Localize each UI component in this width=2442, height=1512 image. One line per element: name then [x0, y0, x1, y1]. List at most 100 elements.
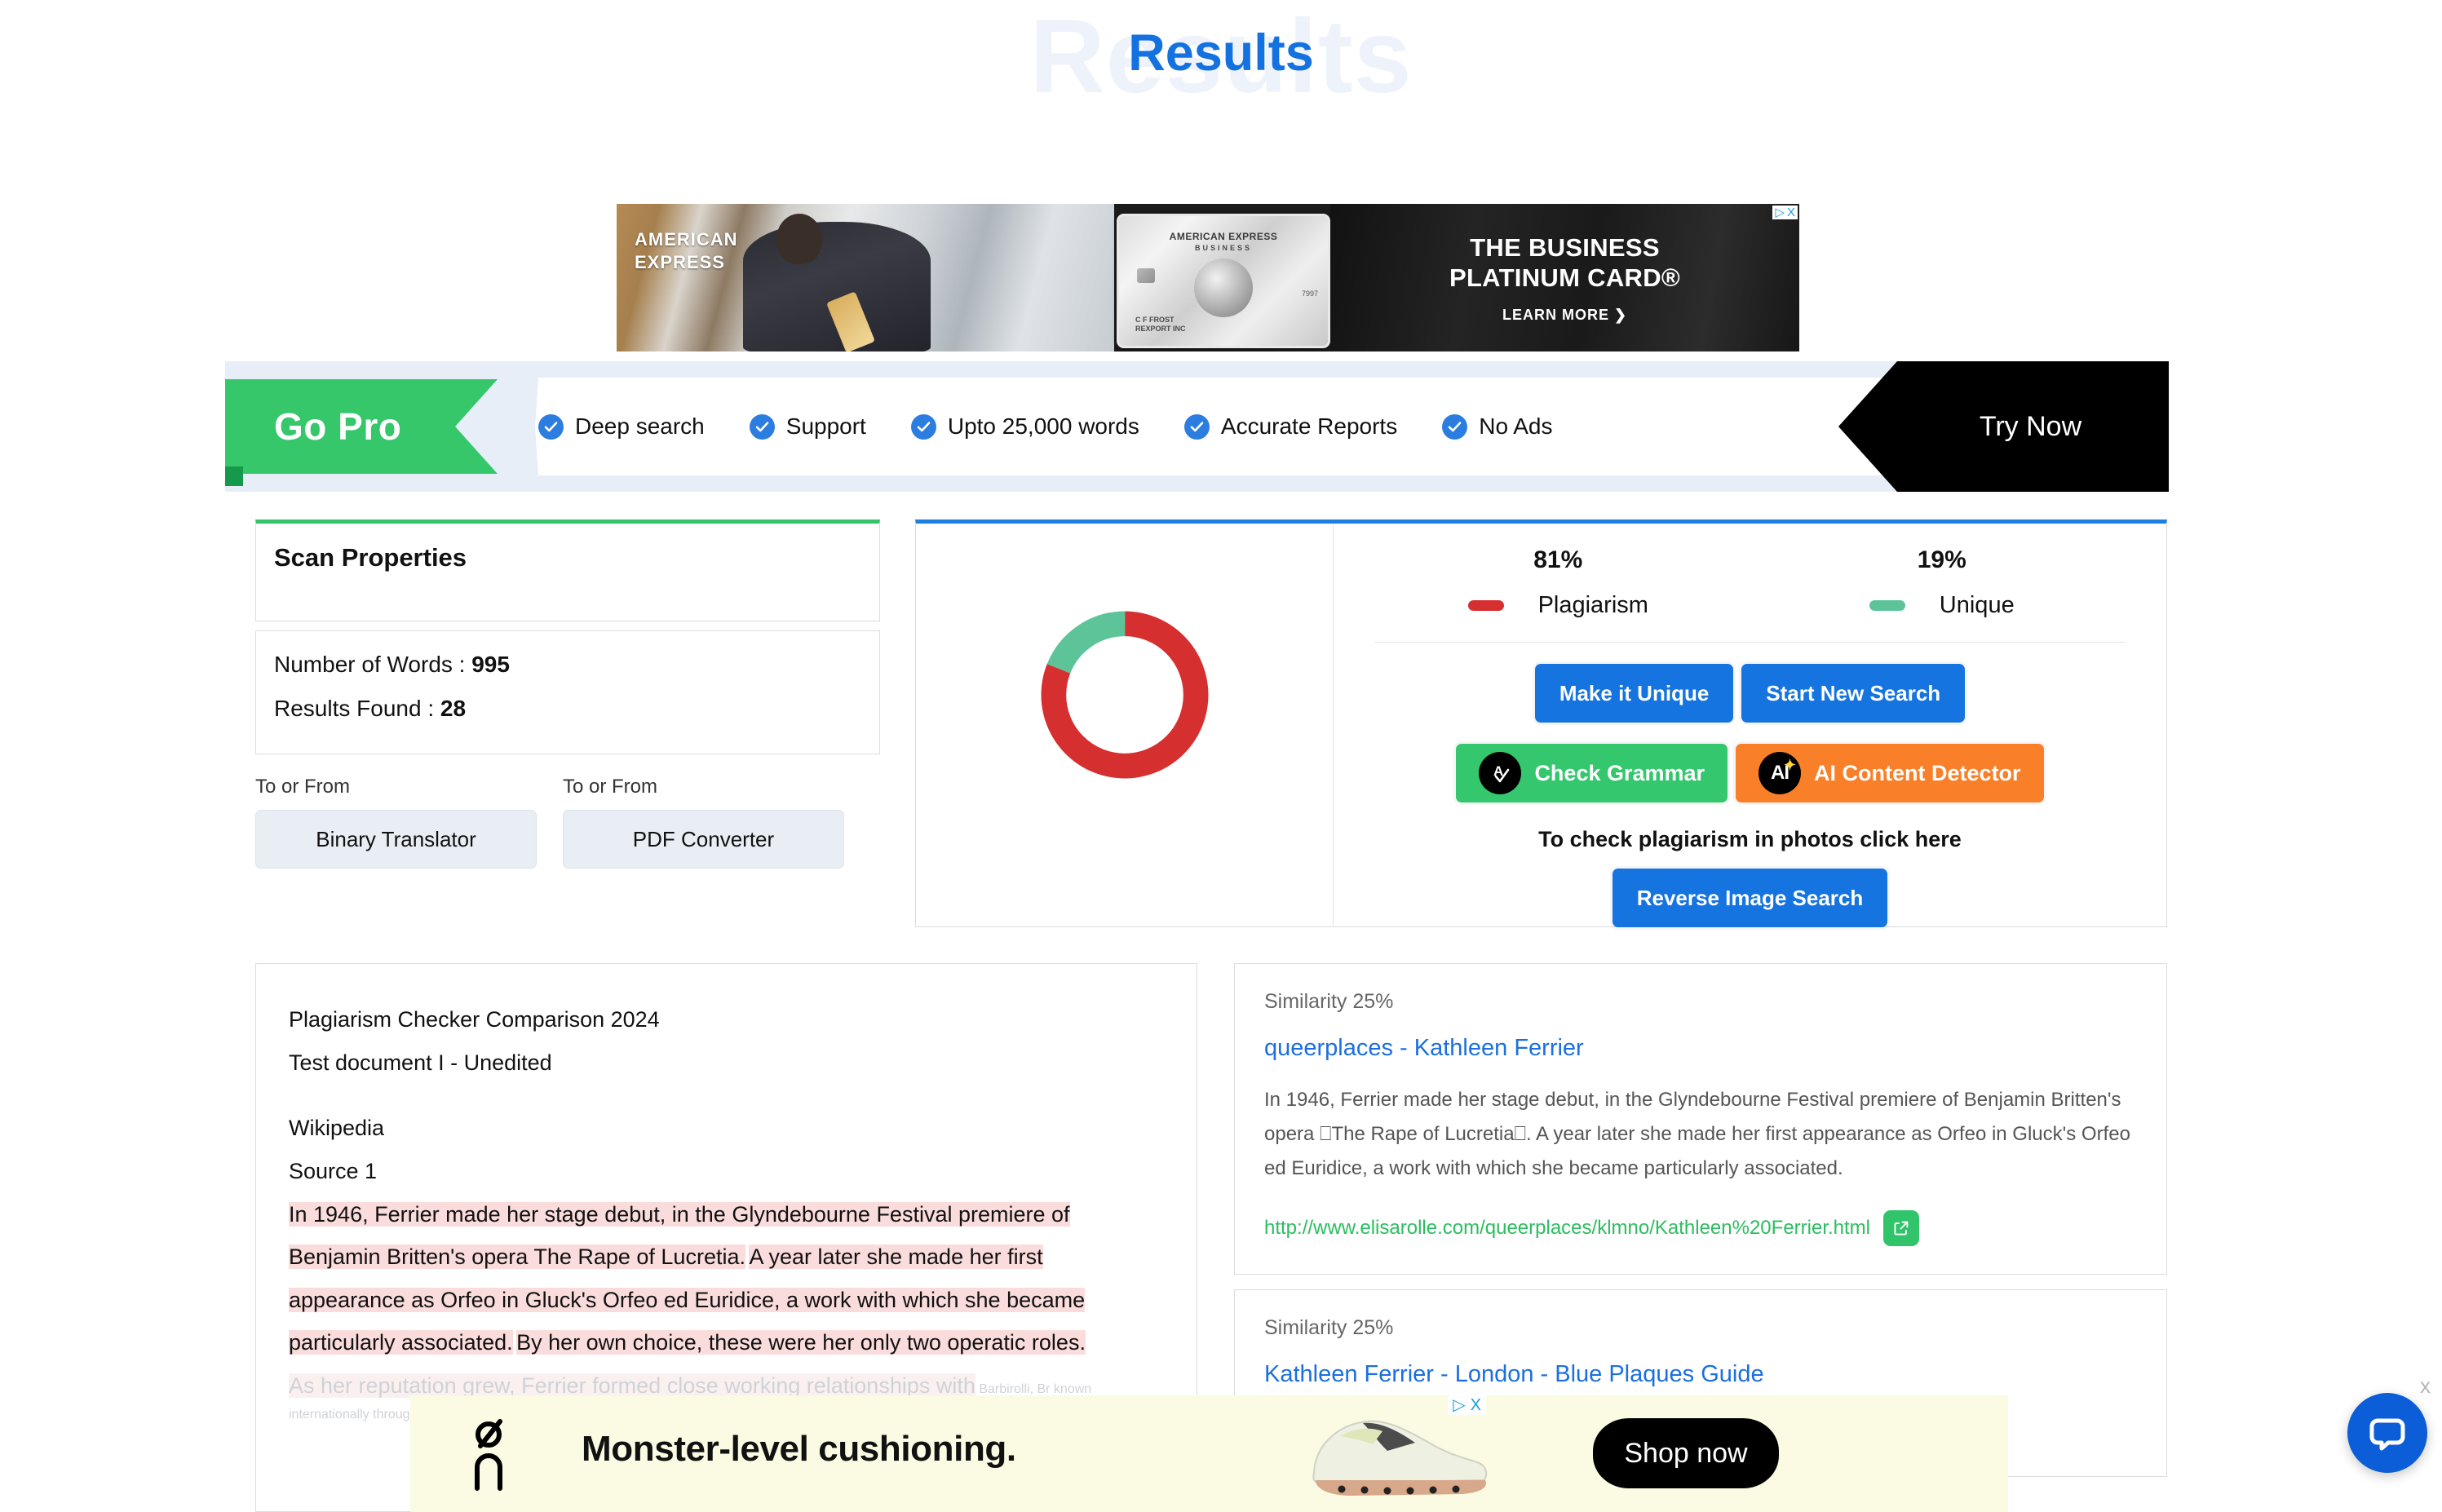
results-found-value: 28	[440, 696, 467, 721]
photo-plagiarism-note: To check plagiarism in photos click here	[1538, 827, 1962, 851]
ad-headline-line1: THE BUSINESS	[1470, 233, 1660, 262]
ad-choices-bar[interactable]: ▷ X	[1448, 1395, 1486, 1415]
feature-deep-search: Deep search	[538, 413, 705, 440]
unique-percent: 19%	[1917, 546, 1966, 573]
plagiarism-percent-item: 81%	[1366, 546, 1750, 574]
scan-properties-title: Scan Properties	[274, 543, 467, 572]
result-title-link[interactable]: queerplaces - Kathleen Ferrier	[1264, 1035, 2137, 1062]
check-circle-icon	[1183, 413, 1210, 440]
try-now-label: Try Now	[1979, 410, 2082, 442]
unique-legend-swatch	[1869, 600, 1905, 611]
make-it-unique-button[interactable]: Make it Unique	[1534, 664, 1734, 723]
results-found-label: Results Found :	[274, 696, 440, 721]
results-summary-panel: 81% 19% Plagiarism Unique Make it Unique…	[915, 519, 2167, 927]
result-card[interactable]: Similarity 25% queerplaces - Kathleen Fe…	[1234, 963, 2167, 1275]
adchoices-icon[interactable]: ▷	[1453, 1397, 1465, 1413]
chart-legend-percentages: 81% 19%	[1366, 546, 2134, 574]
document-faded-tail-1: Barbirolli, Br	[979, 1382, 1051, 1397]
scan-properties-panel: Scan Properties Number of Words : 995 Re…	[255, 519, 880, 869]
try-now-button[interactable]: Try Now	[1838, 361, 2169, 492]
amex-logo: AMERICAN EXPRESS	[635, 228, 738, 273]
start-new-search-button[interactable]: Start New Search	[1741, 664, 1966, 723]
check-circle-icon	[538, 413, 564, 440]
card-holder-line1: C F FROST	[1135, 315, 1175, 324]
reverse-image-search-button[interactable]: Reverse Image Search	[1612, 869, 1888, 927]
scan-properties-header: Scan Properties	[255, 519, 880, 621]
bottom-advertisement[interactable]: Monster-level cushioning. Shop now ▷ X	[410, 1395, 2008, 1512]
check-grammar-button[interactable]: A Check Grammar	[1456, 744, 1728, 802]
similarity-badge: Similarity 25%	[1264, 990, 1394, 1013]
feature-label: Upto 25,000 words	[947, 413, 1139, 439]
external-link-icon[interactable]	[1883, 1210, 1920, 1246]
document-source-name: Wikipedia	[289, 1116, 385, 1141]
feature-label: Support	[785, 413, 866, 439]
plagiarism-legend: Plagiarism	[1366, 574, 1750, 619]
feature-label: No Ads	[1479, 413, 1553, 439]
feature-no-ads: No Ads	[1442, 413, 1553, 440]
amex-logo-line1: AMERICAN	[635, 229, 738, 250]
ai-detector-icon: AI ✦	[1759, 752, 1802, 794]
check-circle-icon	[910, 413, 936, 440]
close-icon[interactable]: X	[1787, 206, 1795, 219]
adchoices-icon[interactable]: ▷	[1775, 206, 1785, 219]
reverse-image-row: Reverse Image Search	[1366, 869, 2134, 927]
amex-card-image: AMERICAN EXPRESS BUSINESS 7997 C F FROST…	[1117, 214, 1330, 348]
chat-bubble-icon	[2369, 1418, 2405, 1451]
page-header: Results Results	[0, 0, 2442, 143]
scan-tools: To or From Binary Translator To or From …	[255, 776, 880, 869]
shop-now-button[interactable]: Shop now	[1593, 1418, 1779, 1488]
card-number: 7997	[1301, 290, 1318, 298]
secondary-action-row: A Check Grammar AI ✦ AI Content Detector	[1366, 744, 2134, 802]
feature-word-limit: Upto 25,000 words	[910, 413, 1139, 440]
feature-support: Support	[749, 413, 866, 440]
document-highlighted-body: In 1946, Ferrier made her stage debut, i…	[289, 1193, 1164, 1365]
card-holder-name: C F FROST REXPORT INC	[1135, 316, 1186, 334]
binary-translator-button[interactable]: Binary Translator	[255, 810, 537, 869]
word-count-label: Number of Words :	[274, 652, 472, 677]
ad-choices-bar[interactable]: ▷ X	[1772, 206, 1798, 219]
card-chip-icon	[1137, 268, 1155, 283]
document-subtitle-line: Test document I - Unedited	[289, 1050, 552, 1075]
go-pro-ribbon-fold	[225, 466, 243, 486]
tool-pdf-converter: To or From PDF Converter	[563, 776, 844, 869]
ad-learn-more-link[interactable]: LEARN MORE ❯	[1330, 307, 1799, 324]
divider	[1374, 642, 2126, 643]
card-tier-line: BUSINESS	[1194, 244, 1252, 252]
donut-chart-container	[916, 524, 1334, 926]
check-circle-icon	[749, 413, 775, 440]
word-count-row: Number of Words : 995	[274, 652, 861, 678]
top-advertisement[interactable]: AMERICAN EXPRESS AMERICAN EXPRESS BUSINE…	[617, 204, 1799, 351]
on-running-logo-icon	[467, 1418, 520, 1492]
ai-content-detector-label: AI Content Detector	[1814, 760, 2021, 785]
highlight-segment-3: By her own choice, these were her only t…	[516, 1330, 1086, 1355]
result-url-row: http://www.elisarolle.com/queerplaces/kl…	[1264, 1210, 2137, 1246]
close-icon[interactable]: X	[1471, 1397, 1481, 1413]
plagiarism-legend-label: Plagiarism	[1537, 592, 1648, 618]
result-url[interactable]: http://www.elisarolle.com/queerplaces/kl…	[1264, 1217, 1870, 1240]
sparkle-icon: ✦	[1783, 757, 1797, 773]
pdf-converter-button[interactable]: PDF Converter	[563, 810, 844, 869]
ad-person-figure	[743, 222, 931, 351]
ad-hero-image: AMERICAN EXPRESS	[617, 204, 1114, 351]
ad-person-head	[776, 214, 822, 264]
results-actions-column: 81% 19% Plagiarism Unique Make it Unique…	[1334, 524, 2166, 927]
ai-content-detector-button[interactable]: AI ✦ AI Content Detector	[1736, 744, 2044, 802]
go-pro-label: Go Pro	[274, 405, 402, 448]
document-title-line: Plagiarism Checker Comparison 2024	[289, 1007, 660, 1032]
chat-widget-button[interactable]	[2347, 1393, 2427, 1473]
unique-legend-label: Unique	[1939, 592, 2015, 618]
feature-label: Accurate Reports	[1220, 413, 1398, 439]
card-holder-line2: REXPORT INC	[1135, 325, 1186, 334]
highlight-segment-4: As her reputation grew, Ferrier formed c…	[289, 1373, 975, 1399]
running-shoe-icon	[1291, 1412, 1495, 1501]
go-pro-notch	[489, 378, 538, 475]
result-title-link[interactable]: Kathleen Ferrier - London - Blue Plaques…	[1264, 1361, 2137, 1388]
ad-headline: THE BUSINESS PLATINUM CARD®	[1330, 233, 1799, 293]
tool-caption: To or From	[563, 776, 658, 798]
scan-properties-body: Number of Words : 995 Results Found : 28	[255, 630, 880, 754]
close-icon[interactable]: x	[2420, 1373, 2431, 1399]
word-count-value: 995	[471, 652, 510, 677]
page-title: Results	[1128, 24, 1314, 82]
tool-binary-translator: To or From Binary Translator	[255, 776, 537, 869]
